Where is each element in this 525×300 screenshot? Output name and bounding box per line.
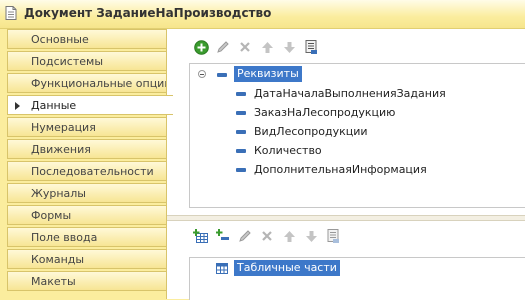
triangle-right-icon	[15, 102, 20, 110]
move-down-button[interactable]	[303, 228, 319, 244]
sidebar-item-label: Команды	[31, 253, 85, 266]
sidebar-item-functional-options[interactable]: Функциональные опции	[7, 73, 171, 93]
pencil-icon	[217, 41, 229, 53]
attribute-icon	[236, 149, 246, 153]
sidebar-item-main[interactable]: Основные	[7, 29, 166, 49]
arrow-up-icon	[283, 230, 295, 242]
delete-icon	[240, 42, 250, 52]
attributes-toolbar	[193, 38, 319, 56]
edit-button[interactable]	[237, 228, 253, 244]
title-bar: Документ ЗаданиеНаПроизводство	[0, 0, 525, 29]
sidebar-item-commands[interactable]: Команды	[7, 249, 166, 269]
tree-node-label: Количество	[254, 144, 322, 157]
move-down-button[interactable]	[281, 39, 297, 55]
tree-node-attribute[interactable]: ЗаказНаЛесопродукцию	[190, 103, 525, 122]
tree-node-tabular-sections[interactable]: Табличные части	[190, 259, 525, 278]
attribute-icon	[236, 111, 246, 115]
attribute-icon	[236, 168, 246, 172]
delete-icon	[262, 231, 272, 241]
main-panel: Реквизиты ДатаНачалаВыполненияЗадания За…	[166, 29, 525, 300]
list-icon	[305, 40, 317, 54]
tree-node-attribute[interactable]: Количество	[190, 141, 525, 160]
sidebar-item-numbering[interactable]: Нумерация	[7, 117, 166, 137]
delete-button[interactable]	[237, 39, 253, 55]
arrow-up-icon	[261, 41, 273, 53]
sidebar-item-label: Данные	[31, 99, 77, 112]
arrow-down-icon	[283, 41, 295, 53]
add-table-icon	[193, 228, 208, 243]
add-button[interactable]	[193, 39, 209, 55]
list-button[interactable]	[325, 228, 341, 244]
list-icon	[327, 229, 339, 243]
move-up-button[interactable]	[281, 228, 297, 244]
add-column-icon	[215, 229, 229, 240]
sidebar-item-label: Поле ввода	[31, 231, 98, 244]
sidebar: Основные Подсистемы Функциональные опции…	[7, 29, 173, 299]
tree-node-label: Табличные части	[234, 260, 340, 276]
list-button[interactable]	[303, 39, 319, 55]
edit-button[interactable]	[215, 39, 231, 55]
tables-tree: Табличные части	[189, 257, 525, 300]
tree-node-label: ДополнительнаяИнформация	[254, 163, 427, 176]
add-column-button[interactable]	[215, 228, 231, 244]
attribute-icon	[217, 73, 227, 77]
collapse-icon[interactable]	[198, 70, 206, 78]
tree-node-attributes[interactable]: Реквизиты	[190, 65, 525, 84]
sidebar-item-label: Нумерация	[31, 121, 96, 134]
table-icon	[216, 263, 228, 274]
attribute-icon	[236, 130, 246, 134]
arrow-down-icon	[305, 230, 317, 242]
sidebar-item-label: Функциональные опции	[31, 77, 172, 90]
move-up-button[interactable]	[259, 39, 275, 55]
delete-button[interactable]	[259, 228, 275, 244]
tree-node-label: ДатаНачалаВыполненияЗадания	[254, 87, 446, 100]
tree-node-attribute[interactable]: ДополнительнаяИнформация	[190, 160, 525, 179]
sidebar-item-sequences[interactable]: Последовательности	[7, 161, 166, 181]
window-title: Документ ЗаданиеНаПроизводство	[24, 6, 272, 20]
sidebar-item-label: Формы	[31, 209, 72, 222]
tables-toolbar	[193, 227, 341, 245]
sidebar-item-label: Движения	[31, 143, 91, 156]
sidebar-item-input-field[interactable]: Поле ввода	[7, 227, 166, 247]
sidebar-item-data[interactable]: Данные	[7, 95, 173, 115]
tree-node-label: Реквизиты	[234, 66, 302, 82]
attributes-tree: Реквизиты ДатаНачалаВыполненияЗадания За…	[189, 63, 525, 208]
sidebar-item-journals[interactable]: Журналы	[7, 183, 166, 203]
sidebar-item-subsystems[interactable]: Подсистемы	[7, 51, 166, 71]
sidebar-item-label: Подсистемы	[31, 55, 104, 68]
sidebar-item-label: Макеты	[31, 275, 76, 288]
pencil-icon	[239, 230, 251, 242]
sidebar-item-templates[interactable]: Макеты	[7, 271, 166, 291]
tree-node-attribute[interactable]: ДатаНачалаВыполненияЗадания	[190, 84, 525, 103]
sidebar-item-label: Журналы	[31, 187, 86, 200]
tree-node-attribute[interactable]: ВидЛесопродукции	[190, 122, 525, 141]
tree-node-label: ЗаказНаЛесопродукцию	[254, 106, 396, 119]
add-table-button[interactable]	[193, 228, 209, 244]
add-icon	[193, 39, 209, 55]
splitter[interactable]	[167, 215, 525, 221]
sidebar-item-forms[interactable]: Формы	[7, 205, 166, 225]
document-icon	[5, 6, 17, 20]
sidebar-item-label: Основные	[31, 33, 89, 46]
sidebar-item-movements[interactable]: Движения	[7, 139, 166, 159]
tree-node-label: ВидЛесопродукции	[254, 125, 368, 138]
sidebar-item-label: Последовательности	[31, 165, 154, 178]
attribute-icon	[236, 92, 246, 96]
